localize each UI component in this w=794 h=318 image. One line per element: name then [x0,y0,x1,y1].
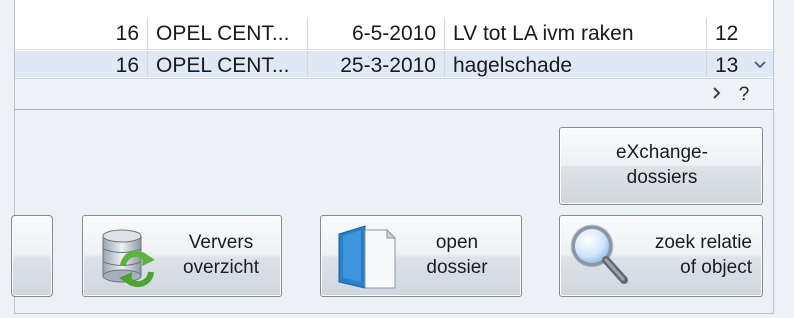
cell-date: 25-3-2010 [308,51,445,77]
label-line: dossier [426,257,488,278]
cell-name: OPEL CENT... [148,51,308,77]
label-line: overzicht [182,257,260,278]
cell-extra: 12 [715,22,739,45]
label-line: open [435,232,479,253]
label-line: of object [680,257,752,278]
window-panel: 16 OPEL CENT... 6-5-2010 LV tot LA ivm r… [11,0,774,314]
open-dossier-label: open dossier [403,230,511,280]
cell-description: LV tot LA ivm raken [445,18,707,49]
horizontal-scrollbar[interactable]: ? [15,78,773,109]
cell-number: 16 [15,18,148,49]
cell-number: 16 [15,51,148,77]
magnifier-icon [570,224,628,284]
scroll-right-button[interactable] [707,85,727,105]
exchange-dossiers-button[interactable]: eXchange- dossiers [559,127,763,205]
scroll-down-button[interactable] [751,54,769,74]
label-line: eXchange- [616,142,708,163]
table-row[interactable]: 16 OPEL CENT... 25-3-2010 hagelschade 13 [15,51,773,77]
chevron-down-icon [754,61,766,69]
results-grid: 16 OPEL CENT... 6-5-2010 LV tot LA ivm r… [15,0,773,110]
label-line: dossiers [626,167,698,188]
label-line: Ververs [188,232,254,253]
search-relation-button[interactable]: zoek relatie of object [559,215,763,297]
refresh-overview-button[interactable]: Ververs overzicht [82,215,282,297]
exchange-dossiers-label: eXchange- dossiers [560,140,764,190]
refresh-overview-label: Ververs overzicht [167,230,275,280]
open-dossier-button[interactable]: open dossier [320,215,522,297]
partial-button[interactable] [11,215,53,297]
cell-extra: 13 [715,54,739,77]
cell-name: OPEL CENT... [148,18,308,49]
help-corner[interactable]: ? [733,83,755,107]
table-row[interactable]: 16 OPEL CENT... 6-5-2010 LV tot LA ivm r… [15,18,773,50]
chevron-right-icon [713,87,721,99]
label-line: zoek relatie [654,232,752,253]
document-icon [338,225,397,289]
cell-description: hagelschade [445,51,707,77]
cell-date: 6-5-2010 [308,18,445,49]
database-refresh-icon [102,229,155,288]
search-relation-label: zoek relatie of object [634,230,758,280]
